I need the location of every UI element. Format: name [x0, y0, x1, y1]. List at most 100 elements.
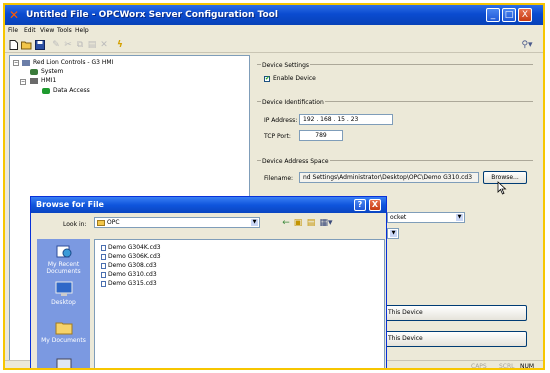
- tcp-port-field[interactable]: 789: [299, 130, 343, 141]
- tree-item-system[interactable]: System: [30, 68, 63, 76]
- data-access-icon: [42, 87, 50, 94]
- protocol-select[interactable]: ocket ▼: [387, 212, 465, 223]
- collapse-hmi-icon[interactable]: −: [20, 79, 26, 85]
- file-name: Demo G315.cd3: [108, 280, 157, 287]
- place-my-computer[interactable]: [37, 357, 90, 368]
- copy-icon[interactable]: ⧉: [75, 40, 85, 50]
- delete-icon[interactable]: ✕: [99, 40, 109, 50]
- collapse-root-icon[interactable]: −: [13, 60, 19, 66]
- look-in-value: OPC: [107, 219, 120, 226]
- my-documents-shape: [55, 322, 72, 335]
- minimize-button[interactable]: _: [486, 8, 500, 22]
- tree-system-label: System: [41, 68, 64, 75]
- browse-dialog: Browse for File ? X Look in: OPC ▼ ← ▣ ▤…: [30, 196, 387, 368]
- menu-bar: File Edit View Tools Help: [5, 25, 543, 37]
- toolbar: ✎ ✂ ⧉ ▤ ✕ ϟ ⚲▾: [5, 38, 543, 53]
- menu-edit[interactable]: Edit: [24, 27, 36, 34]
- list-item[interactable]: Demo G304K.cd3: [101, 244, 161, 252]
- my-computer-shape: [56, 358, 71, 368]
- place-recent-label: My Recent Documents: [46, 261, 81, 275]
- delete-device-button[interactable]: This Device: [375, 331, 527, 347]
- dialog-title-bar: Browse for File ? X: [31, 197, 386, 213]
- list-item[interactable]: Demo G306K.cd3: [101, 253, 161, 261]
- screenshot-frame: ✕ Untitled File - OPCWorx Server Configu…: [3, 3, 545, 370]
- paste-icon[interactable]: ▤: [87, 40, 97, 50]
- tree-item-root[interactable]: Red Lion Controls - G3 HMI: [22, 59, 113, 67]
- file-name: Demo G308.cd3: [108, 262, 157, 269]
- view-menu-icon[interactable]: ▦▾: [319, 218, 333, 228]
- look-in-select[interactable]: OPC ▼: [94, 217, 260, 228]
- save-shape: [35, 40, 45, 50]
- caps-indicator: CAPS: [471, 363, 487, 370]
- dialog-close-button[interactable]: X: [369, 199, 381, 211]
- tree-data-access-label: Data Access: [53, 87, 90, 94]
- recent-documents-shape: [56, 245, 71, 258]
- close-button[interactable]: X: [518, 8, 532, 22]
- open-folder-icon[interactable]: [21, 40, 32, 50]
- ip-address-field[interactable]: 192 . 168 . 15 . 23: [299, 114, 393, 125]
- tree-root-label: Red Lion Controls - G3 HMI: [33, 59, 114, 66]
- open-folder-shape: [21, 41, 32, 50]
- menu-tools[interactable]: Tools: [57, 27, 72, 34]
- protocol-select-value: ocket: [390, 214, 407, 221]
- save-icon[interactable]: [35, 40, 45, 50]
- new-folder-icon[interactable]: ▤: [306, 218, 316, 228]
- tcp-port-label: TCP Port:: [264, 133, 291, 140]
- chevron-down-icon: ▼: [251, 219, 258, 226]
- my-documents-icon: [55, 319, 73, 335]
- cut-icon[interactable]: ✂: [63, 40, 73, 50]
- controller-icon: [22, 59, 30, 66]
- menu-view[interactable]: View: [40, 27, 54, 34]
- device-identification-label: Device Identification: [261, 99, 325, 106]
- list-item[interactable]: Demo G315.cd3: [101, 280, 157, 288]
- help-dropdown-icon[interactable]: ⚲▾: [519, 40, 535, 50]
- enable-device-checkbox[interactable]: ✔ Enable Device: [264, 75, 316, 82]
- lightning-icon[interactable]: ϟ: [115, 40, 125, 50]
- places-bar: My Recent Documents Desktop My Documents: [37, 239, 90, 368]
- add-device-button[interactable]: This Device: [375, 305, 527, 321]
- menu-help[interactable]: Help: [75, 27, 89, 34]
- enable-device-label: Enable Device: [273, 75, 316, 82]
- new-file-icon[interactable]: [8, 40, 18, 50]
- place-recent-documents[interactable]: My Recent Documents: [37, 243, 90, 275]
- place-desktop-label: Desktop: [51, 299, 76, 306]
- my-computer-icon: [55, 357, 73, 368]
- file-icon: [101, 271, 106, 278]
- file-name: Demo G304K.cd3: [108, 244, 161, 251]
- new-file-shape: [9, 40, 18, 50]
- file-icon: [101, 280, 106, 287]
- file-icon: [101, 253, 106, 260]
- list-item[interactable]: Demo G308.cd3: [101, 262, 157, 270]
- ip-address-label: IP Address:: [264, 117, 298, 124]
- maximize-button[interactable]: □: [502, 8, 516, 22]
- up-folder-icon[interactable]: ▣: [293, 218, 303, 228]
- tree-item-data-access[interactable]: Data Access: [42, 87, 90, 95]
- device-settings-label: Device Settings: [261, 62, 311, 69]
- filename-field[interactable]: nd Settings\Administrator\Desktop\OPC\De…: [299, 172, 479, 183]
- num-indicator: NUM: [520, 363, 535, 370]
- chevron-down-icon: ▼: [390, 230, 397, 237]
- checkmark-icon: ✔: [264, 74, 271, 82]
- look-in-label: Look in:: [63, 221, 87, 228]
- menu-file[interactable]: File: [8, 27, 18, 34]
- tree-hmi-label: HMI1: [41, 77, 57, 84]
- place-my-documents[interactable]: My Documents: [37, 319, 90, 344]
- device-address-space-label: Device Address Space: [261, 158, 330, 165]
- file-name: Demo G306K.cd3: [108, 253, 161, 260]
- scrl-indicator: SCRL: [499, 363, 515, 370]
- secondary-select[interactable]: ▼: [387, 228, 399, 239]
- edit-icon[interactable]: ✎: [51, 40, 61, 50]
- window-title: Untitled File - OPCWorx Server Configura…: [26, 10, 278, 20]
- file-icon: [101, 244, 106, 251]
- help-button[interactable]: ?: [354, 199, 366, 211]
- list-item[interactable]: Demo G310.cd3: [101, 271, 157, 279]
- file-list[interactable]: Demo G304K.cd3 Demo G306K.cd3 Demo G308.…: [94, 239, 385, 368]
- dialog-title: Browse for File: [36, 200, 104, 209]
- main-title-bar: ✕ Untitled File - OPCWorx Server Configu…: [5, 5, 543, 25]
- desktop-icon: [55, 281, 73, 297]
- system-icon: [30, 68, 38, 75]
- back-arrow-icon[interactable]: ←: [281, 218, 291, 228]
- place-desktop[interactable]: Desktop: [37, 281, 90, 306]
- tree-item-hmi[interactable]: HMI1: [30, 77, 56, 85]
- hmi-icon: [30, 77, 38, 84]
